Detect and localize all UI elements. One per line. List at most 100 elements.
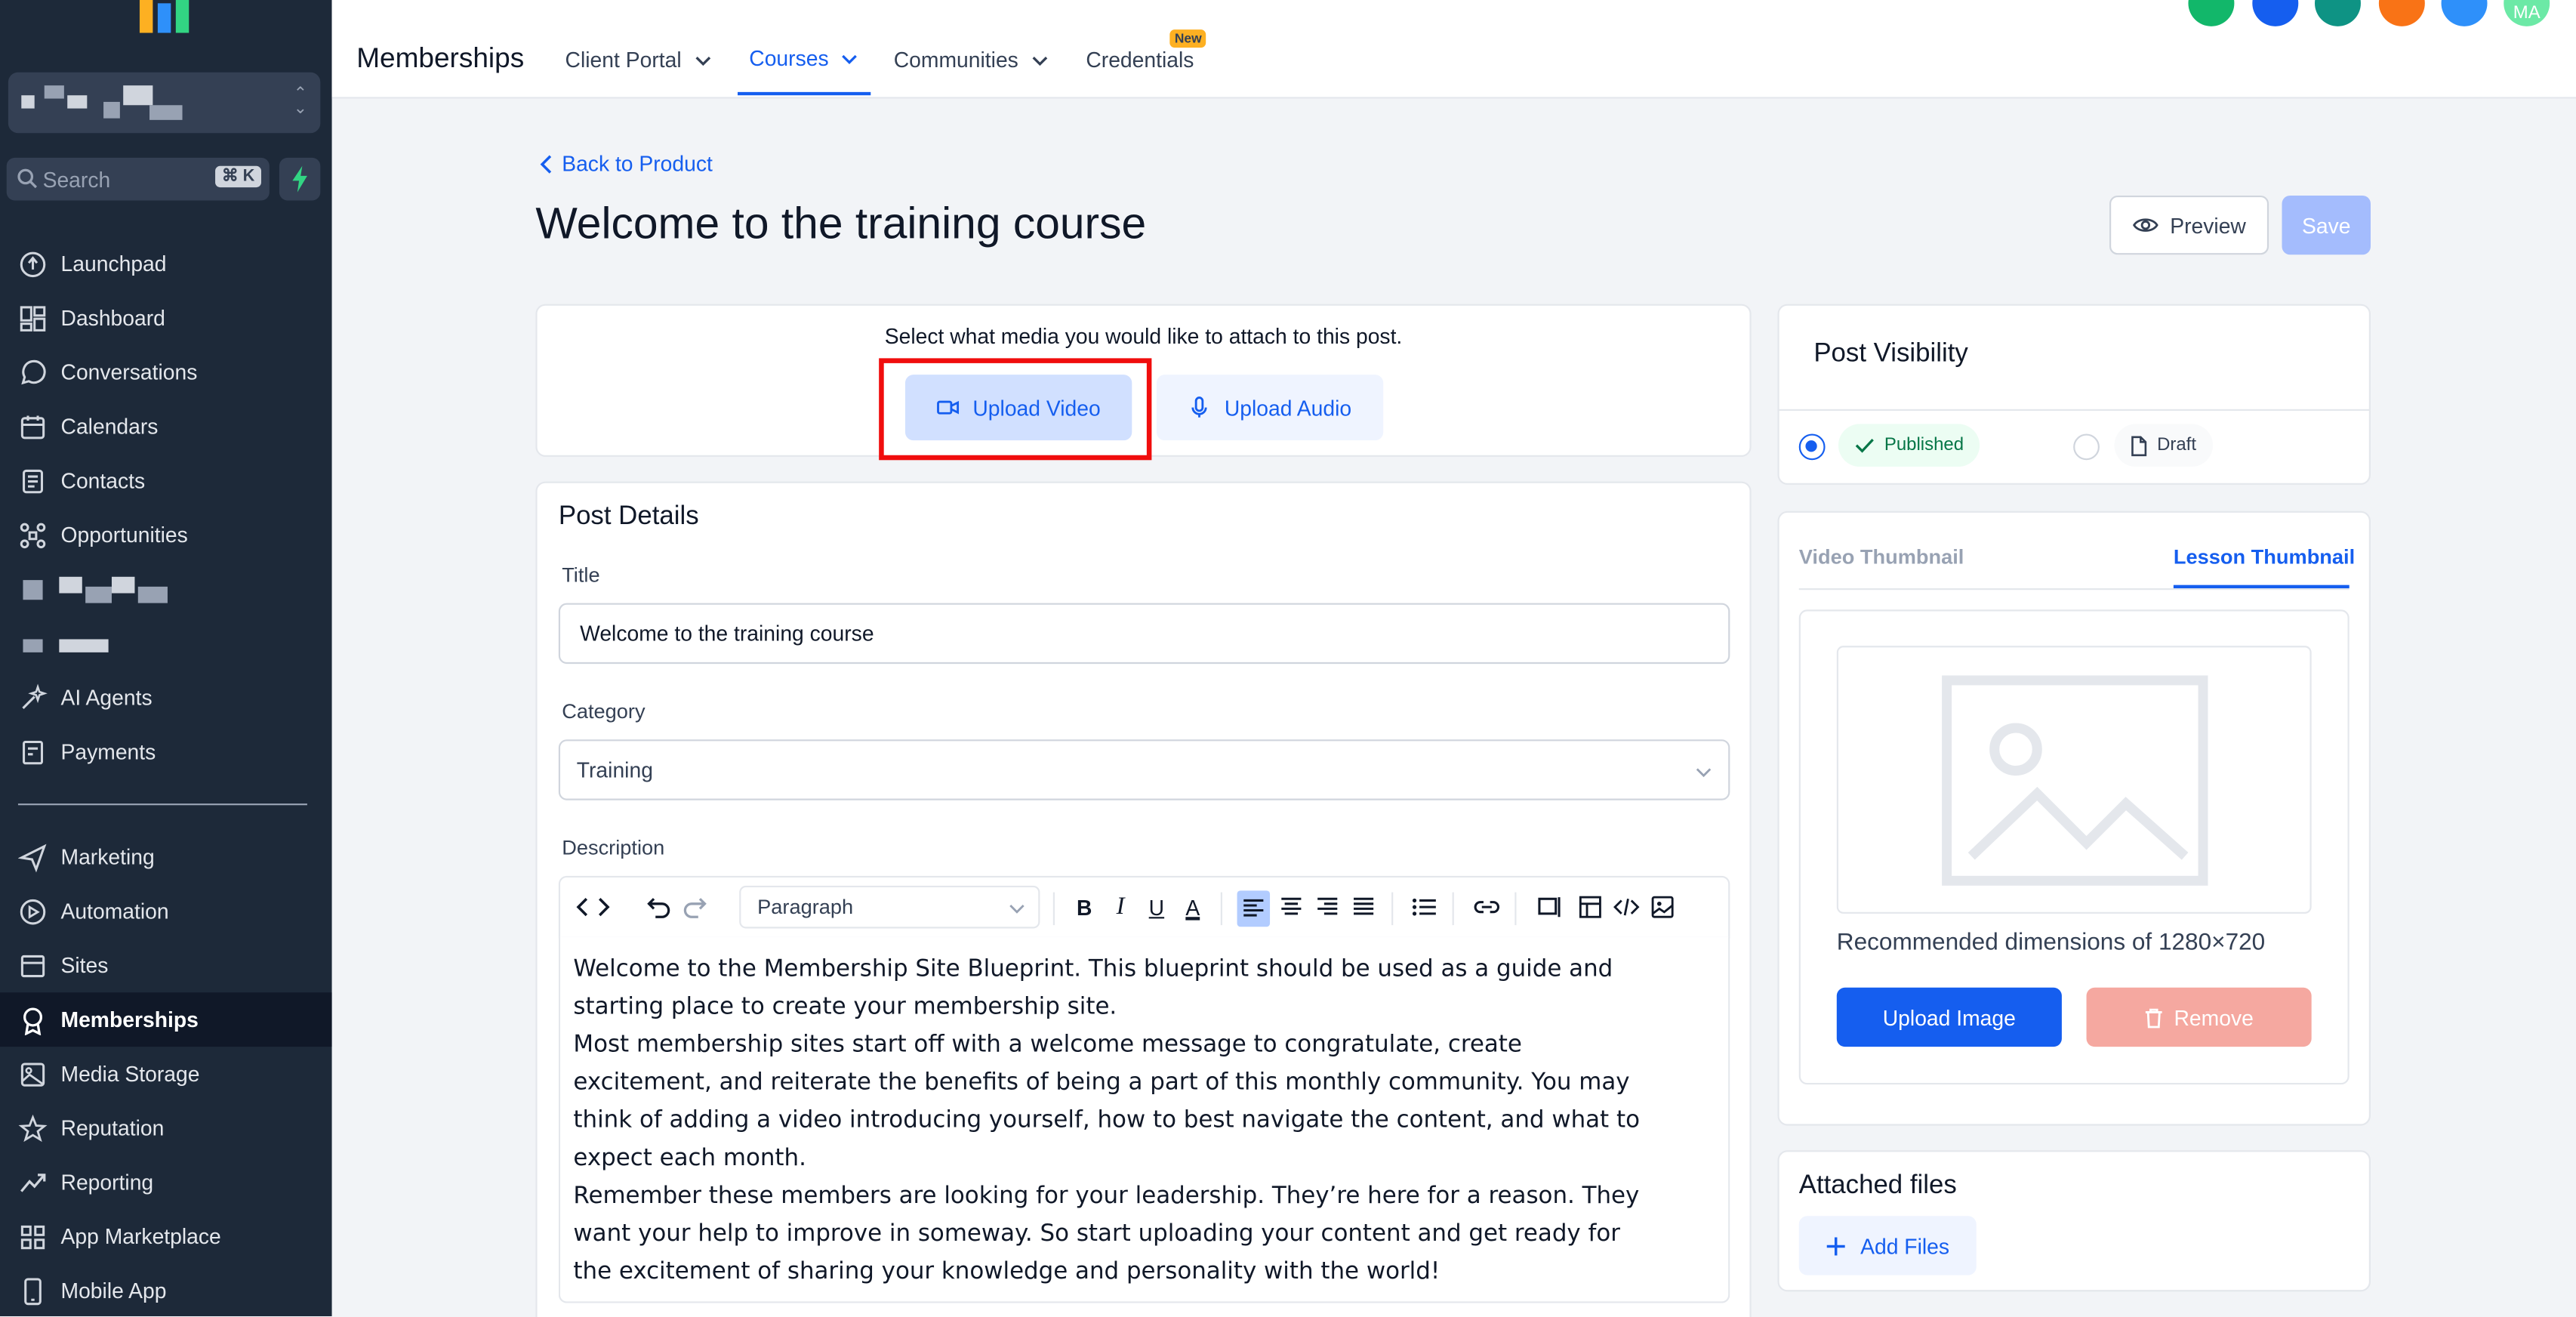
- tab-video-thumbnail[interactable]: Video Thumbnail: [1799, 545, 1964, 568]
- sidebar-item-label: Conversations: [60, 359, 198, 385]
- preview-label: Preview: [2170, 212, 2246, 238]
- save-button[interactable]: Save: [2282, 195, 2371, 255]
- sidebar-item-contacts[interactable]: Contacts: [0, 454, 332, 508]
- ai-sparkle-button[interactable]: [2252, 0, 2299, 26]
- toolbar-divider: [1514, 892, 1517, 926]
- help-button[interactable]: [2441, 0, 2488, 26]
- text-color-icon[interactable]: A: [1178, 893, 1207, 922]
- add-files-button[interactable]: Add Files: [1798, 1216, 1977, 1275]
- published-label: Published: [1884, 435, 1964, 455]
- paragraph-style-select[interactable]: Paragraph: [739, 885, 1040, 929]
- tab-lesson-thumbnail[interactable]: Lesson Thumbnail: [2174, 545, 2355, 568]
- sidebar-item-payments[interactable]: Payments: [0, 725, 332, 779]
- draft-pill[interactable]: Draft: [2114, 424, 2213, 467]
- sidebar-item-redacted[interactable]: [0, 618, 332, 672]
- category-label: Category: [562, 699, 646, 723]
- search-input[interactable]: Search ⌘ K: [6, 157, 270, 201]
- announcements-button[interactable]: [2315, 0, 2361, 26]
- active-tab-indicator: [2173, 584, 2350, 589]
- tab-communities[interactable]: Communities: [894, 48, 1048, 72]
- underline-icon[interactable]: U: [1142, 893, 1171, 922]
- chevron-down-icon: [695, 55, 710, 66]
- sidebar-item-label: Payments: [60, 739, 156, 764]
- bullet-list-icon[interactable]: [1410, 893, 1439, 922]
- sidebar-item-calendars[interactable]: Calendars: [0, 399, 332, 454]
- tab-client-portal[interactable]: Client Portal: [565, 48, 711, 72]
- source-code-icon[interactable]: [1612, 893, 1641, 922]
- title-input[interactable]: Welcome to the training course: [558, 603, 1730, 665]
- sidebar-item-sites[interactable]: Sites: [0, 939, 332, 993]
- sidebar-item-opportunities[interactable]: Opportunities: [0, 507, 332, 562]
- ai-agents-icon: [22, 683, 48, 708]
- sidebar: ⌃ ⌄ Search ⌘ K Launchpad Dashboard Conver…: [0, 0, 332, 1316]
- back-to-product-link[interactable]: Back to Product: [535, 151, 713, 176]
- sidebar-item-automation[interactable]: Automation: [0, 884, 332, 939]
- search-placeholder: Search: [42, 167, 111, 193]
- eye-icon: [2132, 218, 2158, 232]
- bold-icon[interactable]: B: [1070, 893, 1099, 922]
- redacted-block: [149, 105, 183, 120]
- upload-image-button[interactable]: Upload Image: [1836, 987, 2062, 1047]
- post-visibility-heading: Post Visibility: [1813, 340, 1968, 369]
- description-editor[interactable]: Welcome to the Membership Site Blueprint…: [558, 936, 1730, 1303]
- sidebar-item-reputation[interactable]: Reputation: [0, 1101, 332, 1155]
- tab-courses[interactable]: Courses: [749, 46, 858, 71]
- sidebar-item-conversations[interactable]: Conversations: [0, 345, 332, 399]
- description-line: Welcome to the Membership Site Blueprint…: [573, 956, 1613, 983]
- draft-label: Draft: [2157, 435, 2196, 455]
- card-divider: [1777, 409, 2371, 412]
- undo-icon[interactable]: [644, 893, 673, 922]
- sidebar-item-app-marketplace[interactable]: App Marketplace: [0, 1210, 332, 1264]
- account-switcher[interactable]: ⌃ ⌄: [8, 72, 321, 134]
- redo-icon[interactable]: [680, 893, 710, 922]
- highlight-annotation-box: [879, 358, 1152, 461]
- tab-credentials[interactable]: Credentials: [1086, 48, 1194, 72]
- title-label: Title: [562, 563, 600, 587]
- embed-media-icon[interactable]: [1536, 893, 1566, 922]
- add-files-label: Add Files: [1860, 1233, 1950, 1258]
- quick-action-button[interactable]: [279, 157, 321, 201]
- chevron-down-icon: [1009, 904, 1025, 914]
- link-icon[interactable]: [1472, 893, 1502, 922]
- sidebar-item-label: Automation: [60, 899, 169, 924]
- opportunities-icon: [20, 522, 46, 548]
- sidebar-item-memberships[interactable]: Memberships: [0, 992, 332, 1047]
- sidebar-item-launchpad[interactable]: Launchpad: [0, 236, 332, 291]
- category-select[interactable]: Training: [558, 739, 1730, 800]
- table-icon[interactable]: [1576, 893, 1605, 922]
- align-left-icon[interactable]: [1237, 890, 1271, 927]
- published-pill[interactable]: Published: [1838, 424, 1980, 467]
- align-center-icon[interactable]: [1277, 893, 1306, 922]
- tab-label: Credentials: [1086, 48, 1194, 72]
- align-justify-icon[interactable]: [1349, 893, 1379, 922]
- sidebar-item-redacted[interactable]: [0, 563, 332, 618]
- description-line: excitement, and reiterate the benefits o…: [573, 1069, 1630, 1096]
- published-radio[interactable]: [1798, 433, 1826, 461]
- notifications-button[interactable]: [2378, 0, 2425, 26]
- section-title: Memberships: [356, 42, 525, 74]
- code-view-icon[interactable]: [575, 893, 612, 922]
- sidebar-item-mobile-app[interactable]: Mobile App: [0, 1263, 332, 1317]
- italic-icon[interactable]: I: [1105, 893, 1135, 922]
- insert-image-icon[interactable]: [1648, 893, 1678, 922]
- upload-audio-button[interactable]: Upload Audio: [1156, 375, 1384, 441]
- avatar[interactable]: MA: [2504, 0, 2550, 26]
- remove-image-button[interactable]: Remove: [2086, 987, 2312, 1047]
- sidebar-item-ai-agents[interactable]: AI Agents: [0, 671, 332, 725]
- sidebar-item-media-storage[interactable]: Media Storage: [0, 1047, 332, 1101]
- align-right-icon[interactable]: [1313, 893, 1342, 922]
- lightning-icon: [292, 165, 307, 193]
- attached-files-heading: Attached files: [1798, 1171, 1957, 1200]
- media-prompt: Select what media you would like to atta…: [884, 323, 1403, 349]
- sidebar-item-reporting[interactable]: Reporting: [0, 1155, 332, 1210]
- chevron-down-icon: [1696, 768, 1712, 778]
- remove-label: Remove: [2174, 1004, 2254, 1030]
- check-icon: [1855, 438, 1874, 453]
- tab-label: Communities: [893, 48, 1018, 72]
- sidebar-item-label: Launchpad: [60, 251, 167, 276]
- sidebar-item-marketing[interactable]: Marketing: [0, 830, 332, 884]
- preview-button[interactable]: Preview: [2109, 195, 2269, 255]
- draft-radio[interactable]: [2073, 433, 2100, 461]
- sidebar-item-dashboard[interactable]: Dashboard: [0, 291, 332, 345]
- phone-call-button[interactable]: [2188, 0, 2235, 26]
